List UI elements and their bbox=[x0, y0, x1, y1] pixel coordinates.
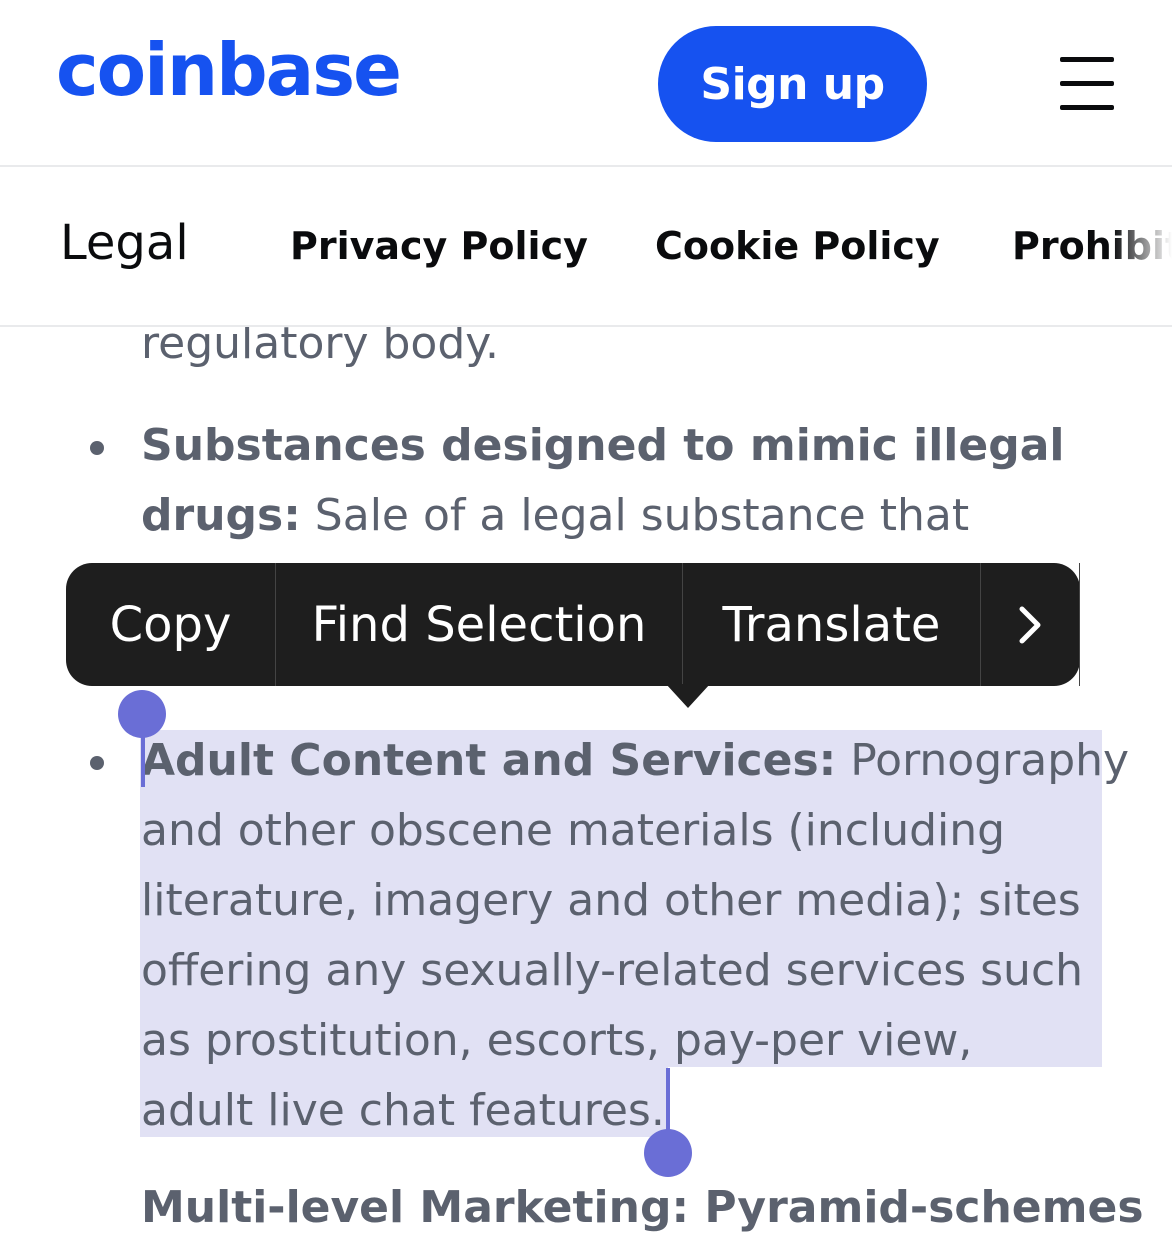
bullet-point bbox=[90, 441, 104, 455]
scroll-fade bbox=[1112, 167, 1172, 325]
item-title-cont: drugs: bbox=[141, 490, 301, 541]
item-text-line: drugs: Sale of a legal substance that bbox=[141, 494, 969, 538]
selected-text-line[interactable]: literature, imagery and other media); si… bbox=[141, 879, 1081, 923]
sign-up-button[interactable]: Sign up bbox=[658, 26, 927, 142]
translate-menu-item[interactable]: Translate bbox=[683, 563, 981, 686]
item-title: Substances designed to mimic illegal bbox=[141, 420, 1065, 471]
selection-end-handle[interactable] bbox=[644, 1129, 692, 1177]
copy-menu-item[interactable]: Copy bbox=[66, 563, 276, 686]
nav-link-privacy-policy[interactable]: Privacy Policy bbox=[290, 224, 588, 268]
section-title: Legal bbox=[60, 215, 189, 271]
selection-start-caret bbox=[141, 712, 145, 787]
item-description: Sale of a legal substance that bbox=[300, 490, 970, 541]
selected-text-line[interactable]: and other obscene materials (including bbox=[141, 809, 1005, 853]
hamburger-menu-icon[interactable] bbox=[1060, 57, 1114, 111]
legal-subnav: Legal Privacy Policy Cookie Policy Prohi… bbox=[0, 167, 1172, 327]
site-header: coinbase Sign up bbox=[0, 0, 1172, 167]
next-item-partial: Multi-level Marketing: Pyramid-schemes bbox=[141, 1186, 1144, 1230]
item-title: Multi-level Marketing: Pyramid-schemes bbox=[141, 1182, 1144, 1233]
selected-text-line[interactable]: as prostitution, escorts, pay-per view, bbox=[141, 1019, 972, 1063]
bullet-point bbox=[90, 756, 104, 770]
nav-link-cookie-policy[interactable]: Cookie Policy bbox=[655, 224, 940, 268]
selected-text-line[interactable]: adult live chat features. bbox=[141, 1089, 665, 1133]
selected-text-line[interactable]: offering any sexually-related services s… bbox=[141, 949, 1083, 993]
text-selection-context-menu: Copy Find Selection Translate bbox=[66, 563, 1080, 708]
menu-pointer bbox=[666, 684, 710, 708]
selected-text-line[interactable]: Adult Content and Services: Pornography bbox=[141, 739, 1129, 783]
item-title-line: Substances designed to mimic illegal bbox=[141, 424, 1064, 468]
more-options-button[interactable] bbox=[981, 563, 1080, 686]
coinbase-logo[interactable]: coinbase bbox=[56, 34, 402, 106]
find-selection-menu-item[interactable]: Find Selection bbox=[276, 563, 683, 686]
partial-text-line: regulatory body. bbox=[141, 318, 500, 369]
chevron-right-icon bbox=[1019, 606, 1041, 643]
item-title: Adult Content and Services: bbox=[141, 735, 837, 786]
item-description: Pornography bbox=[836, 735, 1130, 786]
